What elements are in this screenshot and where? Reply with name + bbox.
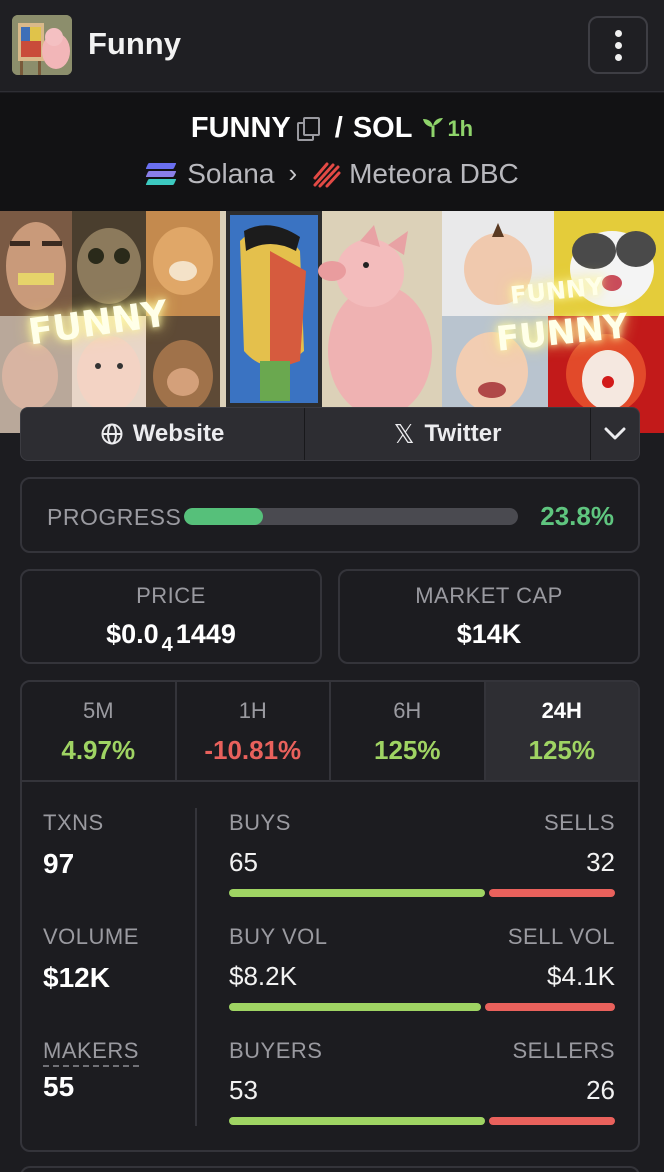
- makers-value: 55: [43, 1071, 75, 1102]
- timeframe-tabs: 5M 4.97% 1H -10.81% 6H 125% 24H 125%: [22, 682, 638, 782]
- makers-stat: MAKERS 55: [43, 1038, 139, 1103]
- buyers-value: 53: [229, 1075, 258, 1105]
- pair-info: FUNNY / SOL 1h Solana › Meteora DBC: [0, 93, 664, 211]
- sell-share-bar: [489, 889, 615, 897]
- volume-stat: VOLUME $12K: [43, 924, 139, 994]
- chain-breadcrumb: Solana › Meteora DBC: [0, 156, 664, 190]
- progress-bar-fill: [184, 508, 264, 525]
- buy-share-bar: [229, 1117, 485, 1125]
- tab-change-value: 4.97%: [61, 735, 136, 765]
- buyers-sellers-stat: BUYERS SELLERS 53 26: [229, 1038, 615, 1128]
- tab-24h[interactable]: 24H 125%: [485, 682, 638, 780]
- sells-label: SELLS: [544, 810, 615, 835]
- banner-photo: [0, 211, 72, 316]
- tab-label: 24H: [541, 698, 582, 723]
- sell-volume-label: SELL VOL: [507, 924, 615, 949]
- sell-volume-value: $4.1K: [547, 961, 615, 991]
- progress-label: PROGRESS: [47, 504, 182, 530]
- next-card-edge: [20, 1166, 640, 1172]
- pair-title: FUNNY / SOL 1h: [0, 111, 664, 145]
- pair-age: 1h: [422, 115, 473, 141]
- txns-label: TXNS: [43, 810, 104, 835]
- copy-icon[interactable]: [296, 117, 320, 142]
- market-cap-label: MARKET CAP: [415, 583, 563, 608]
- meteora-icon: [311, 158, 343, 190]
- tab-1h[interactable]: 1H -10.81%: [177, 682, 331, 780]
- price-label: PRICE: [136, 583, 206, 608]
- progress-bar: [184, 508, 518, 525]
- solana-icon: [145, 162, 177, 186]
- app-title: Funny: [88, 26, 181, 61]
- volume-label: VOLUME: [43, 924, 139, 949]
- social-links-bar: Website 𝕏 Twitter: [20, 407, 640, 461]
- tab-change-value: 125%: [374, 735, 441, 765]
- buy-share-bar: [229, 889, 485, 897]
- sell-share-bar: [489, 1117, 615, 1125]
- progress-value: 23.8%: [540, 501, 614, 531]
- chevron-right-icon: ›: [288, 158, 298, 189]
- banner-painting: [220, 211, 442, 433]
- buy-sell-volume-stat: BUY VOL SELL VOL $8.2K $4.1K: [229, 924, 615, 1014]
- dot-icon: [614, 29, 622, 37]
- token-avatar[interactable]: [12, 15, 72, 75]
- twitter-link[interactable]: 𝕏 Twitter: [305, 408, 591, 460]
- buys-sells-stat: BUYS SELLS 65 32: [229, 810, 615, 900]
- tab-change-value: 125%: [528, 735, 596, 765]
- buyers-label: BUYERS: [229, 1038, 323, 1063]
- buy-share-bar: [229, 1003, 481, 1011]
- volume-value: $12K: [43, 962, 110, 993]
- twitter-label: Twitter: [424, 420, 502, 447]
- dex-name[interactable]: Meteora DBC: [349, 158, 519, 190]
- chevron-down-icon: [604, 427, 626, 440]
- sellers-label: SELLERS: [512, 1038, 615, 1063]
- txns-stat: TXNS 97: [43, 810, 104, 880]
- sells-value: 32: [586, 847, 615, 877]
- expand-links-button[interactable]: [591, 408, 639, 460]
- market-cap-card: MARKET CAP $14K: [338, 569, 640, 664]
- sellers-value: 26: [586, 1075, 615, 1105]
- sprout-icon: [423, 117, 444, 137]
- tab-6h[interactable]: 6H 125%: [331, 682, 486, 780]
- top-bar: Funny: [0, 0, 664, 92]
- buys-value: 65: [229, 847, 258, 877]
- tab-label: 1H: [238, 698, 267, 723]
- bonding-progress-card: PROGRESS 23.8%: [20, 477, 640, 553]
- website-link[interactable]: Website: [21, 408, 305, 460]
- buys-label: BUYS: [229, 810, 291, 835]
- quote-token-symbol: SOL: [352, 111, 413, 144]
- website-label: Website: [132, 420, 225, 447]
- dot-icon: [614, 41, 622, 49]
- buy-volume-label: BUY VOL: [229, 924, 328, 949]
- tab-change-value: -10.81%: [204, 735, 302, 765]
- tab-5m[interactable]: 5M 4.97%: [22, 682, 177, 780]
- txns-value: 97: [43, 848, 75, 879]
- buy-volume-value: $8.2K: [229, 961, 297, 991]
- market-cap-value: $14K: [456, 619, 522, 649]
- base-token-symbol: FUNNY: [190, 111, 291, 144]
- dot-icon: [614, 53, 622, 61]
- price-card: PRICE $0.0 4 1449: [20, 569, 322, 664]
- more-options-button[interactable]: [588, 16, 648, 74]
- trading-stats-panel: 5M 4.97% 1H -10.81% 6H 125% 24H 125% TXN…: [20, 680, 640, 1152]
- makers-label[interactable]: MAKERS: [43, 1038, 139, 1067]
- globe-icon: [101, 423, 123, 445]
- buy-sell-ratio-bar: [229, 889, 615, 897]
- stats-divider: [195, 808, 197, 1126]
- pair-slash: /: [334, 111, 343, 144]
- price-value: $0.0 4 1449: [106, 619, 236, 656]
- x-logo-icon: 𝕏: [393, 418, 415, 449]
- chain-name[interactable]: Solana: [187, 158, 274, 190]
- buy-sell-volume-ratio-bar: [229, 1003, 615, 1011]
- sell-share-bar: [485, 1003, 615, 1011]
- buyers-sellers-ratio-bar: [229, 1117, 615, 1125]
- tab-label: 6H: [393, 698, 422, 723]
- tab-label: 5M: [82, 698, 114, 723]
- token-banner-image: FUNNY FUNNY FUNNY: [0, 211, 664, 433]
- price-zero-count: 4: [161, 634, 173, 656]
